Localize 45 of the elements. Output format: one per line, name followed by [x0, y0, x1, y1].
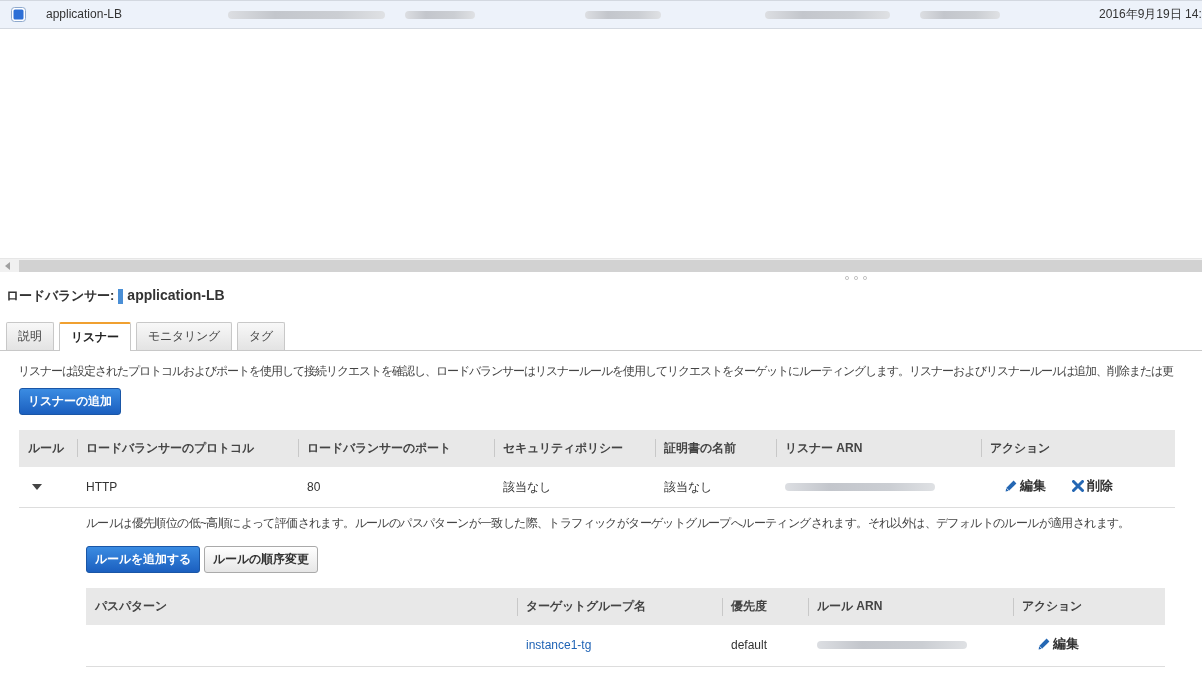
- edit-link[interactable]: 編集: [1005, 477, 1046, 496]
- checkbox[interactable]: [11, 7, 26, 22]
- target-group-link[interactable]: instance1-tg: [526, 637, 592, 652]
- marker-icon: [118, 288, 124, 304]
- column-header: アクション: [981, 429, 1175, 467]
- column-header: ロードバランサーのポート: [298, 429, 494, 467]
- tab[interactable]: タグ: [237, 322, 285, 350]
- table-cell: 該当なし: [664, 479, 712, 494]
- rules-description: ルールは優先順位の低~高順によって評価されます。ルールのパスパターンが一致した際、トラフィックがターゲットグループへルーティングされます。それ以外は、デフォルトのルールが適用されます。: [86, 515, 1131, 533]
- table-cell: 2016年9月19日 14:: [1099, 6, 1202, 23]
- caret-down-icon[interactable]: [32, 484, 42, 491]
- tab[interactable]: リスナー: [59, 322, 131, 351]
- table-cell: 80: [307, 479, 321, 494]
- panel-title: application-LB: [127, 286, 225, 306]
- edit-link[interactable]: 編集: [1038, 635, 1079, 654]
- pencil-icon: [1005, 480, 1017, 493]
- scroll-left-arrow-icon[interactable]: [5, 261, 10, 270]
- column-header: ターゲットグループ名: [517, 588, 722, 626]
- drag-handle-icon[interactable]: [845, 276, 867, 280]
- reorder-rules-button[interactable]: ルールの順序変更: [204, 546, 318, 574]
- column-header: 優先度: [722, 588, 808, 626]
- add-rule-button[interactable]: ルールを追加する: [86, 546, 200, 574]
- table-cell: HTTP: [86, 479, 118, 494]
- redacted-text: [405, 10, 475, 19]
- table-row[interactable]: application-LB 2016年9月19日 14:: [0, 0, 1202, 29]
- cross-icon: [1072, 480, 1084, 493]
- delete-link[interactable]: 削除: [1072, 477, 1113, 496]
- column-header: アクション: [1013, 588, 1165, 626]
- column-header: ルール ARN: [808, 588, 1013, 626]
- table-cell: 該当なし: [503, 479, 551, 494]
- column-header: ロードバランサーのプロトコル: [77, 429, 298, 467]
- column-header: セキュリティポリシー: [494, 429, 655, 467]
- table-cell: application-LB: [46, 6, 123, 23]
- column-header: パスパターン: [86, 588, 517, 626]
- description-text: リスナーは設定されたプロトコルおよびポートを使用して接続リクエストを確認し、ロードバランサーはリスナールールを使用してリクエストをターゲットにルーティングします。リスナーおよびリスナールールは追加、削除または更: [18, 363, 1173, 380]
- pencil-icon: [1038, 638, 1050, 651]
- horizontal-scrollbar[interactable]: [0, 258, 1202, 272]
- panel-label: ロードバランサー:: [6, 286, 115, 305]
- add-listener-button[interactable]: リスナーの追加: [19, 387, 121, 415]
- tab[interactable]: 説明: [6, 322, 54, 350]
- column-header: 証明書の名前: [655, 429, 776, 467]
- column-header: ルール: [19, 429, 77, 467]
- tab[interactable]: モニタリング: [136, 322, 232, 350]
- table-cell: default: [731, 637, 768, 652]
- column-header: リスナー ARN: [776, 429, 981, 467]
